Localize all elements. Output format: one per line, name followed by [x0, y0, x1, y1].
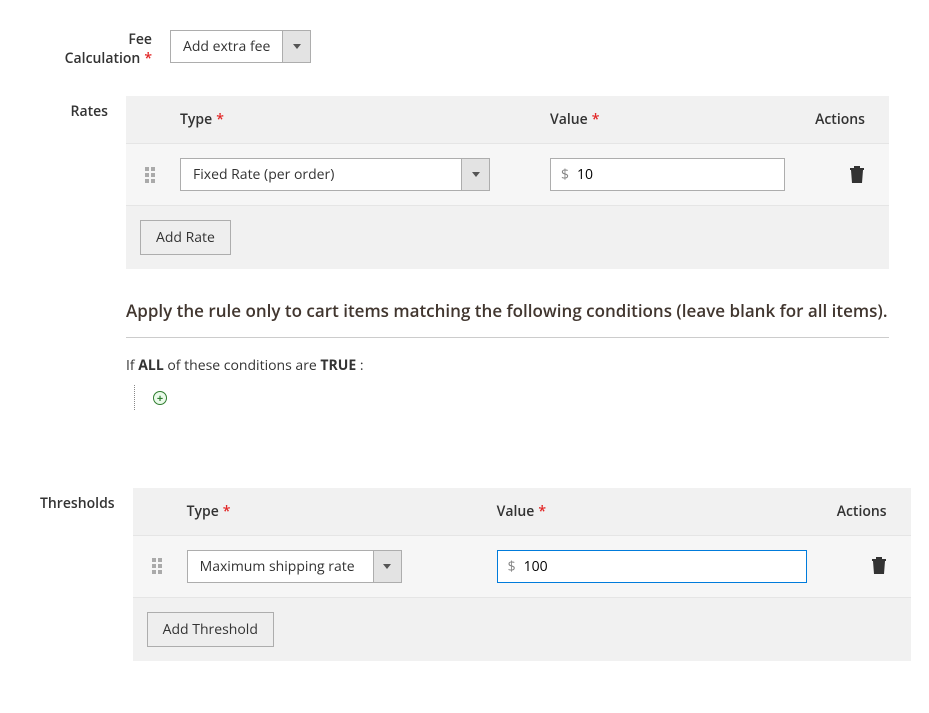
add-threshold-button[interactable]: Add Threshold: [147, 612, 274, 647]
rate-value-field[interactable]: $: [550, 158, 785, 191]
thresholds-header-row: Type* Value* Actions: [133, 488, 911, 535]
currency-symbol: $: [551, 165, 577, 184]
fee-calculation-select[interactable]: Add extra fee: [170, 30, 311, 63]
rate-row: Fixed Rate (per order) $: [126, 143, 889, 205]
rate-type-select[interactable]: Fixed Rate (per order): [180, 158, 490, 191]
threshold-type-select[interactable]: Maximum shipping rate: [187, 550, 402, 583]
conditions-heading: Apply the rule only to cart items matchi…: [126, 299, 889, 338]
rates-label: Rates: [40, 96, 126, 121]
delete-threshold-button[interactable]: [871, 557, 887, 575]
conditions-all[interactable]: ALL: [138, 356, 163, 375]
trash-icon: [871, 557, 887, 575]
rate-type-select-text: Fixed Rate (per order): [181, 159, 461, 190]
dropdown-toggle[interactable]: [373, 551, 401, 582]
rates-col-actions-header: Actions: [785, 110, 865, 129]
rates-col-type-header: Type*: [180, 110, 550, 129]
conditions-true[interactable]: TRUE: [320, 356, 356, 375]
fee-calculation-label: Fee Calculation*: [40, 24, 170, 68]
chevron-down-icon: [383, 564, 391, 569]
thresholds-panel: Type* Value* Actions Maximum shipping ra…: [133, 488, 911, 661]
conditions-tree: +: [134, 385, 889, 410]
currency-symbol: $: [498, 557, 524, 576]
rates-panel: Type* Value* Actions Fixed Rate (per ord…: [126, 96, 889, 269]
dropdown-toggle[interactable]: [461, 159, 489, 190]
threshold-value-input[interactable]: [524, 551, 806, 582]
conditions-summary: If ALL of these conditions are TRUE :: [126, 356, 889, 375]
rate-value-input[interactable]: [577, 159, 784, 190]
threshold-row: Maximum shipping rate $: [133, 535, 911, 597]
drag-handle-icon: [145, 167, 155, 183]
chevron-down-icon: [293, 44, 301, 49]
thresholds-label: Thresholds: [40, 488, 133, 513]
rates-col-value-header: Value*: [550, 110, 785, 129]
delete-rate-button[interactable]: [849, 166, 865, 184]
fee-calculation-select-text: Add extra fee: [171, 31, 282, 62]
required-asterisk: *: [144, 49, 152, 68]
drag-handle[interactable]: [147, 558, 167, 574]
drag-handle-icon: [152, 558, 162, 574]
thresholds-col-value-header: Value*: [497, 502, 807, 521]
threshold-value-field[interactable]: $: [497, 550, 807, 583]
add-rate-button[interactable]: Add Rate: [140, 220, 231, 255]
drag-handle[interactable]: [140, 167, 160, 183]
thresholds-col-type-header: Type*: [187, 502, 497, 521]
dropdown-toggle[interactable]: [282, 31, 310, 62]
thresholds-col-actions-header: Actions: [807, 502, 887, 521]
trash-icon: [849, 166, 865, 184]
rates-header-row: Type* Value* Actions: [126, 96, 889, 143]
threshold-type-select-text: Maximum shipping rate: [188, 551, 373, 582]
chevron-down-icon: [472, 172, 480, 177]
add-condition-button[interactable]: +: [153, 391, 167, 405]
